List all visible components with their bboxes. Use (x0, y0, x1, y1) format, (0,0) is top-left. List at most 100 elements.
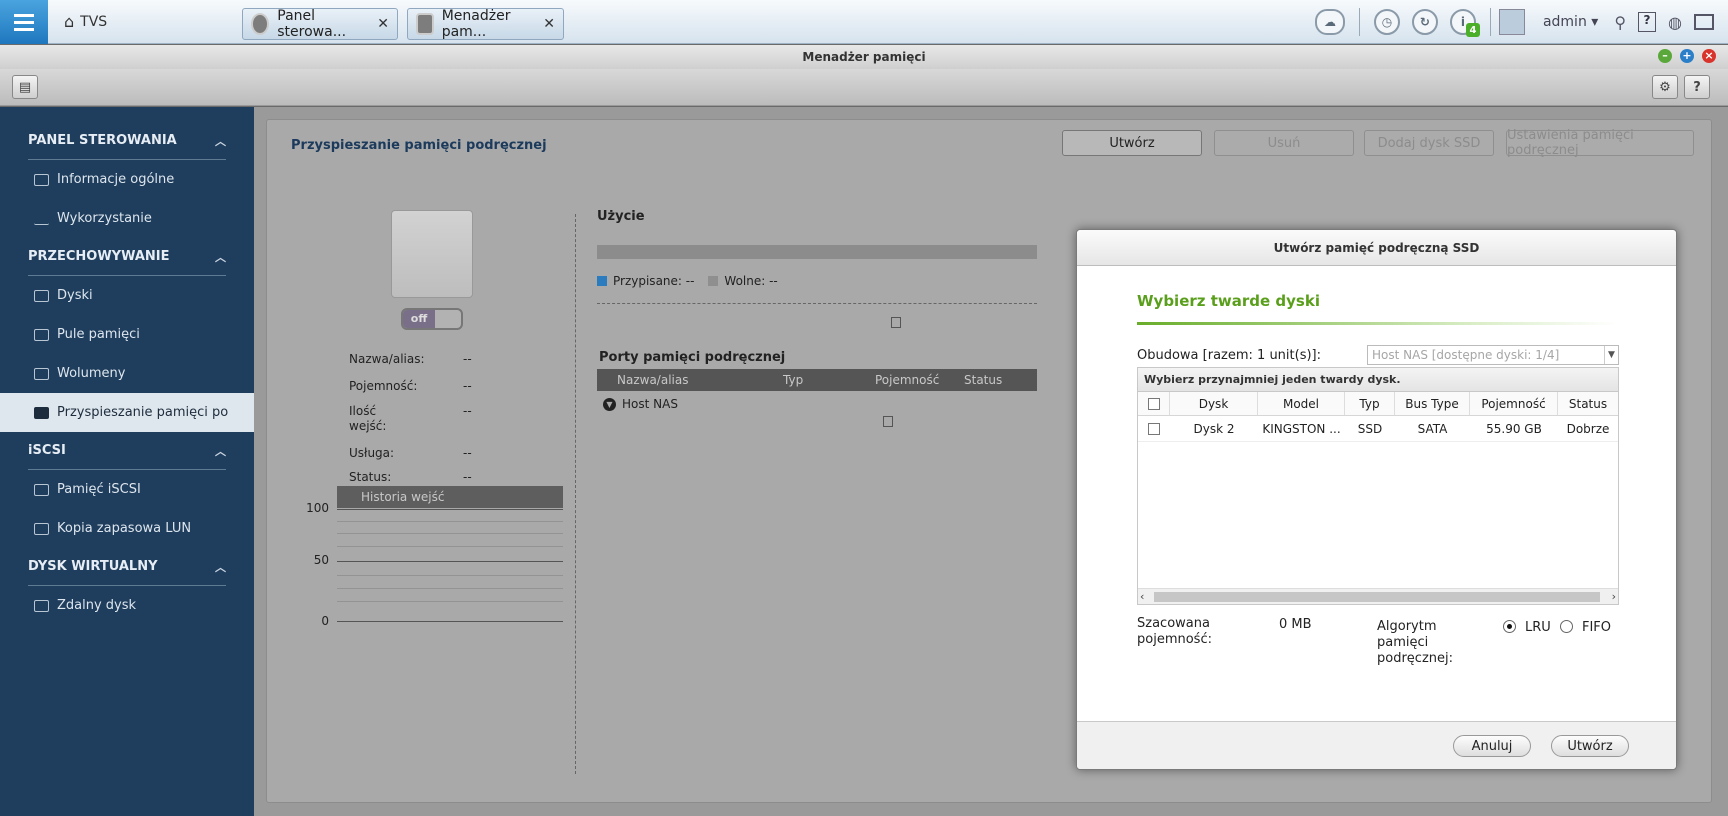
chevron-up-icon: ︿ (215, 444, 226, 458)
column-header[interactable]: Status (1558, 392, 1618, 415)
sidebar-item-general-info[interactable]: Informacje ogólne (0, 160, 254, 199)
chevron-down-icon[interactable]: ▼ (603, 397, 616, 411)
search-icon[interactable]: ⚲ (1614, 13, 1626, 32)
sidebar-item-usage[interactable]: Wykorzystanie (0, 199, 254, 238)
prop-label: Pojemność: (349, 379, 418, 393)
close-icon[interactable]: ✕ (377, 16, 389, 32)
tab-label: Menadżer pam... (441, 8, 511, 40)
sidebar-item-label: Przyspieszanie pamięci po (57, 405, 229, 420)
database-icon (416, 13, 434, 35)
sidebar-item-label: Pamięć iSCSI (57, 482, 141, 497)
fifo-radio[interactable] (1560, 620, 1573, 633)
minimize-icon[interactable]: – (1658, 49, 1672, 63)
chevron-up-icon: ︿ (215, 134, 226, 148)
tab-control-panel[interactable]: Panel sterowa... ✕ (242, 8, 398, 40)
sidebar-section-virtual-disk[interactable]: DYSK WIRTUALNY ︿ (28, 548, 226, 586)
add-ssd-button[interactable]: Dodaj dysk SSD (1364, 130, 1494, 156)
confirm-create-button[interactable]: Utwórz (1551, 735, 1629, 757)
sidebar-item-cache-acceleration[interactable]: Przyspieszanie pamięci po (0, 393, 254, 432)
cell-model: KINGSTON ... (1262, 421, 1341, 436)
row-checkbox[interactable] (1148, 422, 1160, 435)
sync-icon[interactable]: ↻ (1411, 9, 1438, 35)
cancel-button[interactable]: Anuluj (1453, 735, 1531, 757)
home-icon: ⌂ (64, 12, 75, 31)
sidebar-item-remote-disk[interactable]: Zdalny dysk (0, 586, 254, 625)
cloud-icon[interactable]: ☁ (1314, 9, 1345, 35)
column-header[interactable]: Model (1258, 392, 1345, 415)
sidebar-section-control-panel[interactable]: PANEL STEROWANIA ︿ (28, 122, 226, 160)
cache-toggle[interactable]: off (401, 308, 463, 330)
create-ssd-cache-dialog: Utwórz pamięć podręczną SSD Wybierz twar… (1076, 229, 1677, 770)
cell-capacity: 55.90 GB (1486, 421, 1542, 436)
disk-selection-table: Wybierz przynajmniej jeden twardy dysk. … (1137, 367, 1619, 605)
column-header[interactable]: Bus Type (1395, 392, 1470, 415)
sidebar-item-iscsi-storage[interactable]: Pamięć iSCSI (0, 470, 254, 509)
sidebar-item-storage-pools[interactable]: Pule pamięci (0, 315, 254, 354)
create-button[interactable]: Utwórz (1062, 130, 1202, 156)
axis-tick: 0 (321, 614, 329, 628)
avatar[interactable] (1498, 9, 1525, 35)
help-icon[interactable]: ? (1684, 75, 1710, 99)
sidebar-toggle-icon[interactable]: ▤ (12, 75, 38, 99)
document-icon (883, 416, 893, 427)
sidebar-section-iscsi[interactable]: iSCSI ︿ (28, 432, 226, 470)
close-icon[interactable]: ✕ (543, 16, 555, 32)
home-button[interactable]: ⌂ TVS (64, 12, 107, 31)
free-swatch (708, 276, 719, 286)
maximize-icon[interactable]: + (1680, 49, 1694, 63)
sidebar-item-label: Wykorzystanie (57, 211, 152, 226)
history-header: Historia wejść (337, 486, 563, 508)
row-label: Host NAS (622, 397, 678, 411)
grid-note: Wybierz przynajmniej jeden twardy dysk. (1138, 368, 1618, 392)
table-row[interactable]: ▼ Host NAS (597, 393, 1037, 415)
grid-line (337, 509, 563, 510)
monitor-icon[interactable] (1694, 14, 1714, 30)
tab-label: Panel sterowa... (277, 8, 347, 40)
remove-button[interactable]: Usuń (1214, 130, 1354, 156)
column-header[interactable]: Dysk (1170, 392, 1258, 415)
column-header: Status (964, 373, 1003, 387)
gear-icon (251, 13, 270, 35)
lru-radio[interactable] (1503, 620, 1516, 633)
sidebar-item-volumes[interactable]: Wolumeny (0, 354, 254, 393)
sidebar-item-disks[interactable]: Dyski (0, 276, 254, 315)
grid-line (337, 575, 563, 576)
ssd-disk-icon (391, 210, 473, 298)
tab-storage-manager[interactable]: Menadżer pam... ✕ (407, 8, 564, 40)
column-header: Typ (783, 373, 804, 387)
backup-icon (34, 522, 49, 535)
horizontal-scrollbar[interactable]: ‹ › (1138, 588, 1618, 604)
prop-value: -- (463, 470, 472, 484)
legend-assigned: Przypisane: -- (613, 274, 695, 288)
prop-value: -- (463, 404, 472, 418)
scrollbar-thumb[interactable] (1154, 592, 1600, 602)
column-header[interactable]: Pojemność (1470, 392, 1558, 415)
home-label: TVS (80, 13, 108, 30)
user-menu[interactable]: admin ▾ (1543, 14, 1598, 30)
sidebar-item-lun-backup[interactable]: Kopia zapasowa LUN (0, 509, 254, 548)
close-icon[interactable]: × (1702, 49, 1716, 63)
grid-line (337, 588, 563, 589)
globe-icon[interactable]: ◍ (1668, 13, 1682, 32)
dialog-heading: Wybierz twarde dyski (1137, 292, 1320, 310)
settings-gear-icon[interactable]: ⚙ (1652, 75, 1678, 99)
sidebar-section-storage[interactable]: PRZECHOWYWANIE ︿ (28, 238, 226, 276)
remote-disk-icon (34, 599, 49, 612)
enclosure-select[interactable]: Host NAS [dostępne dyski: 1/4] ▼ (1367, 345, 1619, 365)
help-icon[interactable]: ? (1638, 12, 1657, 32)
chevron-left-icon[interactable]: ‹ (1140, 589, 1144, 605)
clock-icon[interactable]: ◷ (1373, 9, 1400, 35)
table-row[interactable]: Dysk 2 KINGSTON ... SSD SATA 55.90 GB Do… (1138, 416, 1618, 442)
select-all-checkbox[interactable] (1147, 397, 1160, 410)
main-menu-button[interactable] (0, 0, 48, 44)
info-icon[interactable]: i4 (1449, 9, 1480, 37)
column-header[interactable]: Typ (1345, 392, 1395, 415)
prop-value: -- (463, 352, 472, 366)
sidebar-item-label: Dyski (57, 288, 93, 303)
chevron-down-icon[interactable]: ▼ (1604, 346, 1618, 364)
chevron-right-icon[interactable]: › (1612, 589, 1616, 605)
sidebar: PANEL STEROWANIA ︿ Informacje ogólne Wyko… (0, 107, 254, 816)
cache-settings-button[interactable]: Ustawienia pamięci podręcznej (1506, 128, 1694, 158)
dialog-footer: Anuluj Utwórz (1077, 721, 1676, 769)
top-bar: ⌂ TVS Panel sterowa... ✕ Menadżer pam...… (0, 0, 1728, 44)
